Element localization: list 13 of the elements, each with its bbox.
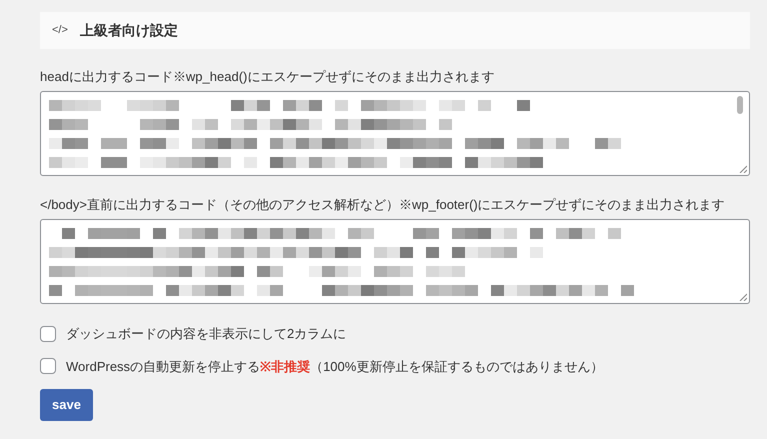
code-textarea[interactable]: [40, 219, 750, 304]
checkbox-label: WordPressの自動更新を停止する※非推奨（100%更新停止を保証するものではありません）: [66, 358, 604, 376]
field-label: headに出力するコード※wp_head()にエスケープせずにそのまま出力されます: [40, 68, 496, 86]
checkbox[interactable]: [40, 358, 56, 374]
checkbox[interactable]: [40, 326, 56, 342]
code-textarea[interactable]: [40, 91, 750, 176]
save-button[interactable]: save: [40, 389, 93, 421]
field-label: </body>直前に出力するコード（その他のアクセス解析など）※wp_footer()にエスケープせずにそのまま出力されます: [40, 196, 726, 214]
resize-grip-icon[interactable]: [739, 165, 747, 173]
code-icon: </>: [52, 22, 68, 39]
section-title: 上級者向け設定: [80, 21, 178, 40]
resize-grip-icon[interactable]: [739, 293, 747, 301]
checkbox-label: ダッシュボードの内容を非表示にして2カラムに: [66, 325, 346, 343]
